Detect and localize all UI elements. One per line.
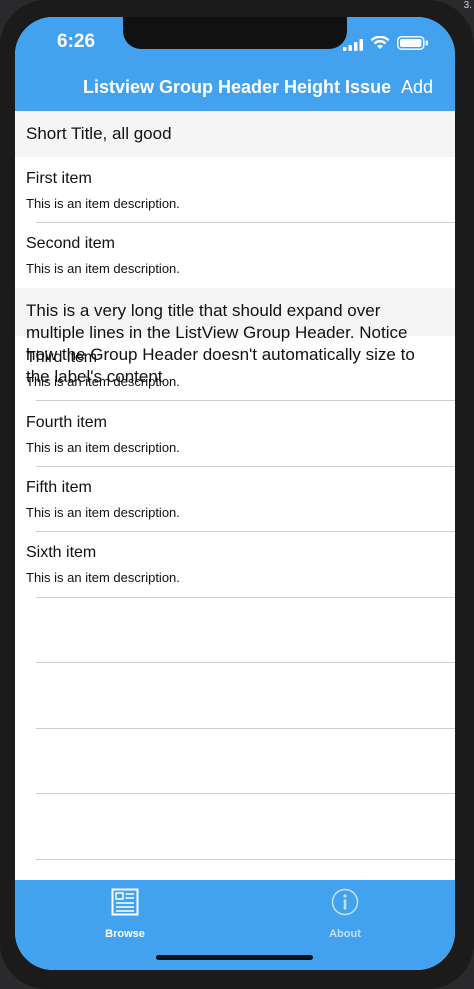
empty-row-separator <box>36 728 455 729</box>
tab-browse-label: Browse <box>105 928 145 940</box>
info-icon <box>331 888 359 916</box>
item-title: First item <box>26 170 92 187</box>
tab-browse[interactable]: Browse <box>75 888 175 944</box>
browse-icon <box>111 888 139 916</box>
battery-icon <box>397 36 429 50</box>
list-item[interactable]: First item This is an item description. <box>15 157 455 222</box>
item-description: This is an item description. <box>26 440 180 455</box>
empty-row-separator <box>36 859 455 860</box>
item-description: This is an item description. <box>26 570 180 585</box>
status-time: 6:26 <box>57 31 96 52</box>
tab-about[interactable]: About <box>295 888 395 944</box>
group-header-short: Short Title, all good <box>15 111 455 157</box>
list-item[interactable]: Sixth item This is an item description. <box>15 532 455 597</box>
group-header-title: Short Title, all good <box>26 124 172 143</box>
signal-icon <box>343 38 365 51</box>
item-title: Sixth item <box>26 544 97 561</box>
list-item[interactable]: Fifth item This is an item description. <box>15 467 455 531</box>
item-title: Second item <box>26 235 115 252</box>
wifi-icon <box>370 35 390 50</box>
navigation-bar: 6:26 Listview Group Header Height Issue … <box>15 17 455 111</box>
group-header-title: This is a very long title that should ex… <box>26 301 415 386</box>
item-description: This is an item description. <box>26 261 180 276</box>
device-notch <box>123 17 347 49</box>
item-description: This is an item description. <box>26 505 180 520</box>
empty-row-separator <box>36 662 455 663</box>
status-icons <box>343 34 429 52</box>
home-indicator <box>156 955 313 960</box>
page-title: Listview Group Header Height Issue <box>83 77 392 97</box>
empty-row-separator <box>36 793 455 794</box>
list-item[interactable]: Fourth item This is an item description. <box>15 401 455 466</box>
tab-about-label: About <box>329 928 361 940</box>
app-screen: 6:26 Listview Group Header Height Issue … <box>15 17 455 970</box>
add-button[interactable]: Add <box>401 77 433 98</box>
item-description: This is an item description. <box>26 196 180 211</box>
item-title: Fifth item <box>26 479 92 496</box>
row-separator <box>36 597 455 598</box>
item-title: Fourth item <box>26 414 107 431</box>
list-item[interactable]: Second item This is an item description. <box>15 223 455 288</box>
corner-text: 3. <box>463 0 472 11</box>
